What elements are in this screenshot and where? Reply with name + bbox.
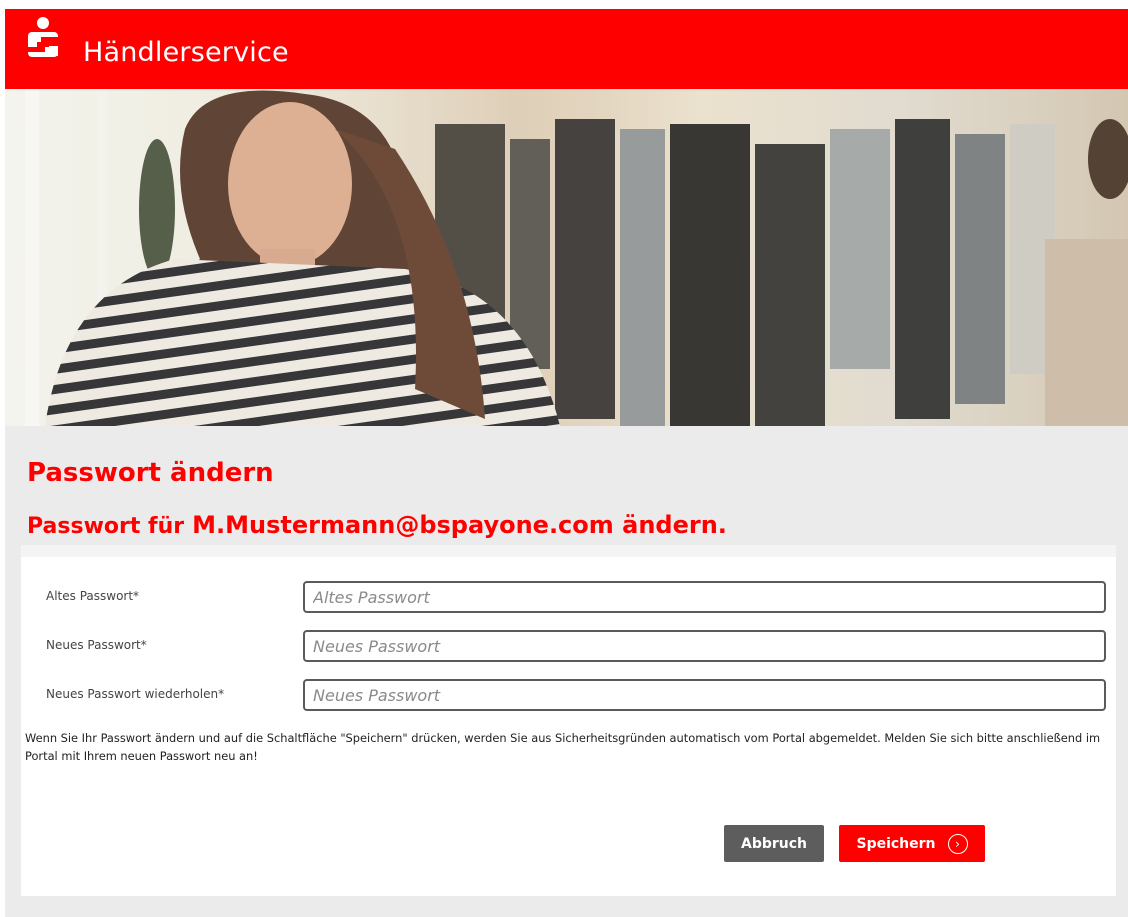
cancel-button[interactable]: Abbruch [724, 825, 824, 862]
new-password-field[interactable] [303, 630, 1106, 662]
page-title: Passwort ändern [27, 458, 274, 488]
chevron-right-circle-icon: › [947, 833, 968, 854]
subtitle-prefix: Passwort für [27, 514, 185, 539]
brand-title: Händlerservice [83, 37, 289, 68]
save-button[interactable]: Speichern › [839, 825, 985, 862]
save-button-label: Speichern [856, 835, 936, 852]
repeat-password-field[interactable] [303, 679, 1106, 711]
panel-top-band [21, 545, 1116, 557]
repeat-password-label: Neues Passwort wiederholen* [46, 687, 225, 701]
page-subtitle: Passwort für M.Mustermann@bspayone.com än… [27, 511, 727, 539]
old-password-label: Altes Passwort* [46, 589, 140, 603]
sparkasse-s-icon [28, 17, 58, 57]
subtitle-username: M.Mustermann@bspayone.com ändern. [192, 511, 727, 539]
hero-image [5, 89, 1128, 426]
hero-photo-illustration [5, 89, 1128, 426]
old-password-field[interactable] [303, 581, 1106, 613]
header-bar: Händlerservice [5, 9, 1128, 89]
logout-notice: Wenn Sie Ihr Passwort ändern und auf die… [25, 731, 1101, 763]
new-password-label: Neues Passwort* [46, 638, 147, 652]
password-form-panel: Altes Passwort* Neues Passwort* Neues Pa… [21, 545, 1116, 896]
